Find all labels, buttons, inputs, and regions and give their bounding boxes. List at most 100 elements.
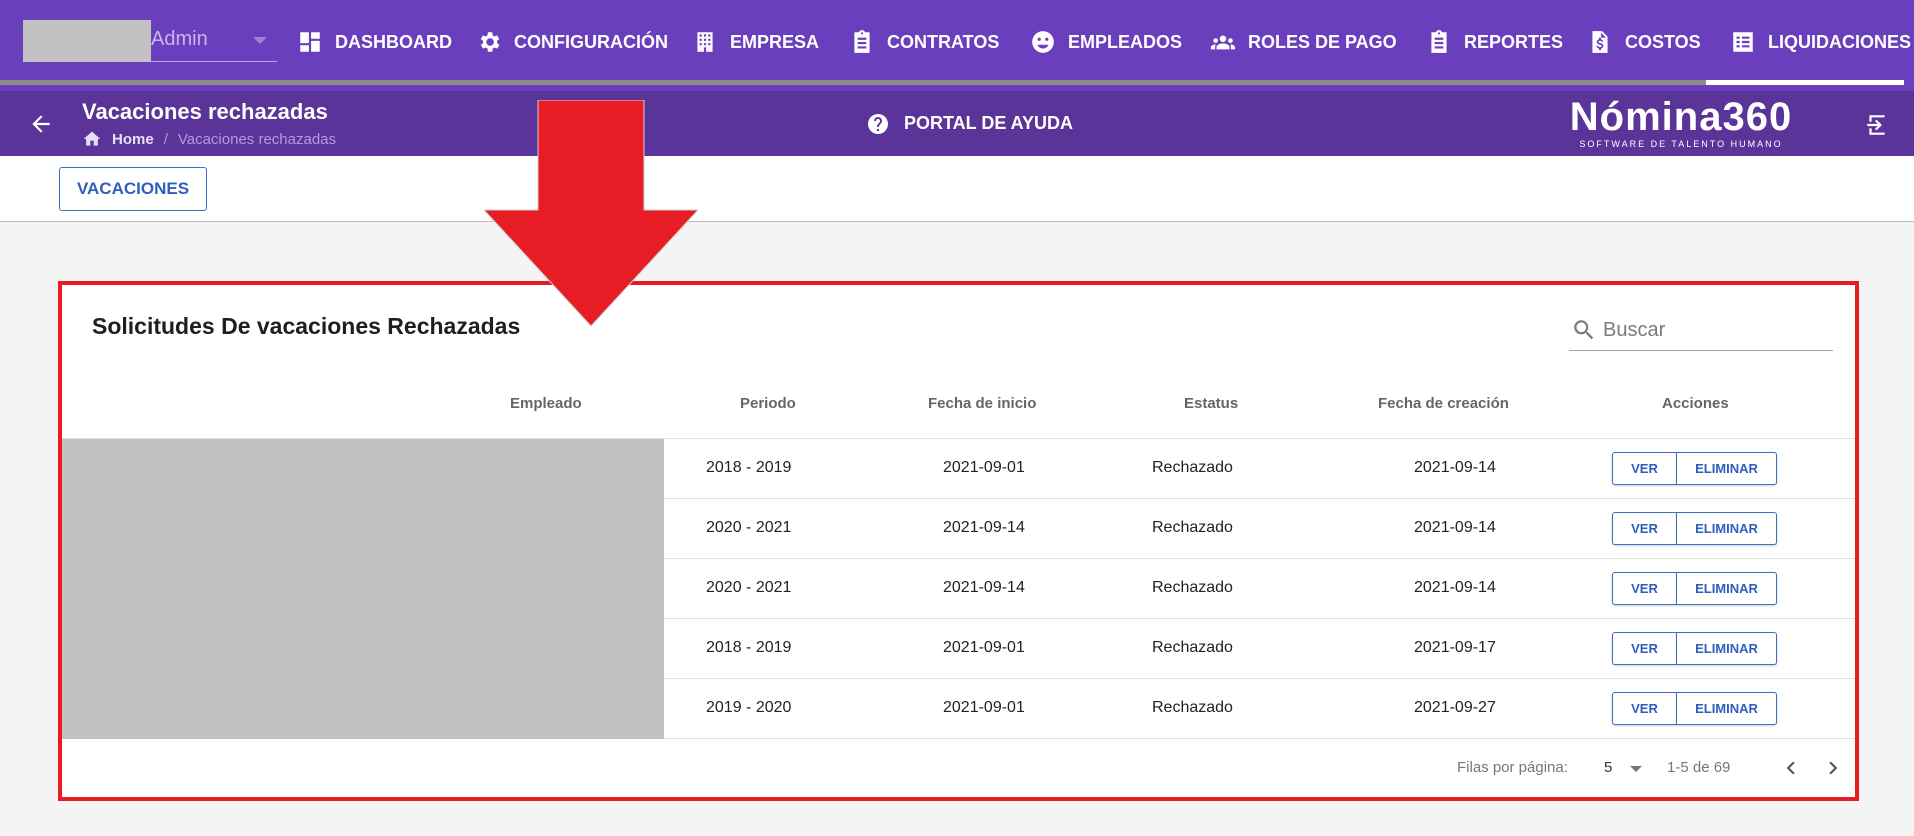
cell-periodo: 2019 - 2020 — [706, 699, 792, 716]
row-actions: VER ELIMINAR — [1612, 692, 1777, 725]
nav-item-label: DASHBOARD — [335, 31, 452, 52]
help-icon — [868, 113, 888, 134]
gear-icon — [480, 32, 500, 52]
cell-fecha-inicio: 2021-09-01 — [943, 699, 1025, 716]
delete-button[interactable]: ELIMINAR — [1677, 512, 1777, 545]
redacted-employee-column — [62, 439, 664, 739]
help-portal-link[interactable]: PORTAL DE AYUDA — [866, 91, 1073, 156]
nav-item-reportes[interactable]: REPORTES — [1426, 0, 1563, 84]
view-button[interactable]: VER — [1612, 452, 1677, 485]
cell-estatus: Rechazado — [1152, 519, 1233, 536]
row-actions: VER ELIMINAR — [1612, 512, 1777, 545]
cell-periodo: 2018 - 2019 — [706, 459, 792, 476]
nav-progress-track — [0, 80, 1706, 85]
chevron-down-icon — [253, 37, 267, 44]
cell-fecha-creacion: 2021-09-14 — [1414, 519, 1496, 536]
nav-item-contratos[interactable]: CONTRATOS — [849, 0, 999, 84]
clipboard-icon — [854, 30, 870, 53]
logout-button[interactable] — [1864, 112, 1890, 138]
nav-item-label: EMPRESA — [730, 31, 820, 52]
column-header-periodo[interactable]: Periodo — [740, 395, 796, 412]
delete-button[interactable]: ELIMINAR — [1677, 692, 1777, 725]
page-title: Vacaciones rechazadas — [82, 99, 328, 124]
view-button[interactable]: VER — [1612, 572, 1677, 605]
tab-vacaciones[interactable]: VACACIONES — [59, 167, 207, 211]
column-header-estatus[interactable]: Estatus — [1184, 395, 1238, 412]
redacted-user-field — [23, 20, 151, 62]
cell-fecha-creacion: 2021-09-17 — [1414, 639, 1496, 656]
logo-tagline: SOFTWARE DE TALENTO HUMANO — [1579, 139, 1783, 149]
row-actions: VER ELIMINAR — [1612, 572, 1777, 605]
column-header-fecha-inicio[interactable]: Fecha de inicio — [928, 395, 1036, 412]
next-page-button[interactable] — [1818, 753, 1848, 783]
chevron-left-icon — [1786, 761, 1795, 775]
clipboard-icon — [1431, 30, 1447, 53]
row-actions: VER ELIMINAR — [1612, 452, 1777, 485]
view-button[interactable]: VER — [1612, 692, 1677, 725]
rows-per-page-select[interactable]: 5 — [1594, 753, 1648, 783]
nav-item-liquidaciones[interactable]: LIQUIDACIONES — [1730, 0, 1911, 84]
nav-item-label: CONTRATOS — [887, 31, 1000, 52]
view-button[interactable]: VER — [1612, 512, 1677, 545]
search-icon — [1574, 320, 1594, 340]
rows-per-page-label: Filas por página: — [1457, 759, 1568, 776]
cell-periodo: 2020 - 2021 — [706, 519, 792, 536]
annotation-arrow — [482, 99, 700, 328]
tab-strip: VACACIONES — [0, 156, 1914, 222]
nav-active-indicator — [1706, 80, 1904, 85]
column-header-empleado[interactable]: Empleado — [510, 395, 582, 412]
column-header-acciones: Acciones — [1662, 395, 1729, 412]
search-input[interactable] — [1603, 315, 1829, 345]
logo-wordmark: Nómina360 — [1569, 95, 1793, 139]
cell-estatus: Rechazado — [1152, 639, 1233, 656]
nav-item-roles-de-pago[interactable]: ROLES DE PAGO — [1210, 0, 1397, 84]
chevron-down-icon — [1630, 766, 1642, 772]
cell-estatus: Rechazado — [1152, 699, 1233, 716]
delete-button[interactable]: ELIMINAR — [1677, 572, 1777, 605]
arrow-left-icon — [32, 115, 50, 133]
cell-estatus: Rechazado — [1152, 579, 1233, 596]
dashboard-icon — [300, 32, 320, 52]
face-icon — [1032, 31, 1054, 53]
chevron-right-icon — [1829, 761, 1838, 775]
cell-periodo: 2018 - 2019 — [706, 639, 792, 656]
building-icon — [697, 32, 713, 52]
view-button[interactable]: VER — [1612, 632, 1677, 665]
cell-periodo: 2020 - 2021 — [706, 579, 792, 596]
cell-estatus: Rechazado — [1152, 459, 1233, 476]
home-icon — [83, 131, 101, 146]
rejected-vacations-card: Solicitudes De vacaciones Rechazadas Emp… — [58, 281, 1859, 801]
rows-per-page-value: 5 — [1604, 759, 1613, 776]
breadcrumb-current: Vacaciones rechazadas — [177, 130, 337, 148]
nav-item-label: EMPLEADOS — [1068, 31, 1183, 52]
cell-fecha-inicio: 2021-09-01 — [943, 459, 1025, 476]
nav-item-label: CONFIGURACIÓN — [514, 31, 668, 52]
nav-item-label: REPORTES — [1464, 31, 1564, 52]
cell-fecha-creacion: 2021-09-27 — [1414, 699, 1496, 716]
user-name: Admin — [151, 28, 208, 50]
delete-button[interactable]: ELIMINAR — [1677, 632, 1777, 665]
delete-button[interactable]: ELIMINAR — [1677, 452, 1777, 485]
previous-page-button[interactable] — [1776, 753, 1806, 783]
column-header-fecha-creacion[interactable]: Fecha de creación — [1378, 395, 1509, 412]
back-button[interactable] — [28, 111, 54, 137]
table-pagination: Filas por página: 5 1-5 de 69 — [62, 739, 1855, 797]
breadcrumb-home-link[interactable]: Home — [112, 131, 154, 148]
breadcrumb-separator: / — [163, 130, 168, 148]
dollar-file-icon — [1592, 31, 1608, 53]
nav-item-costos[interactable]: COSTOS — [1587, 0, 1701, 84]
nav-item-configuracion[interactable]: CONFIGURACIÓN — [476, 0, 668, 84]
nav-item-dashboard[interactable]: DASHBOARD — [297, 0, 452, 84]
brand-logo: Nómina360 SOFTWARE DE TALENTO HUMANO — [1568, 95, 1794, 149]
cell-fecha-creacion: 2021-09-14 — [1414, 459, 1496, 476]
people-icon — [1210, 35, 1236, 50]
user-select[interactable]: Admin — [23, 20, 277, 62]
nav-item-empresa[interactable]: EMPRESA — [692, 0, 819, 84]
nav-item-label: COSTOS — [1625, 31, 1701, 52]
arrow-down-icon — [482, 99, 700, 327]
top-navigation: Admin DASHBOARD CONFIGURACIÓN EMPRESA CO… — [0, 0, 1914, 91]
logout-icon — [1867, 115, 1885, 135]
help-portal-label: PORTAL DE AYUDA — [904, 113, 1074, 133]
nav-item-empleados[interactable]: EMPLEADOS — [1030, 0, 1182, 84]
pagination-range: 1-5 de 69 — [1667, 759, 1731, 776]
